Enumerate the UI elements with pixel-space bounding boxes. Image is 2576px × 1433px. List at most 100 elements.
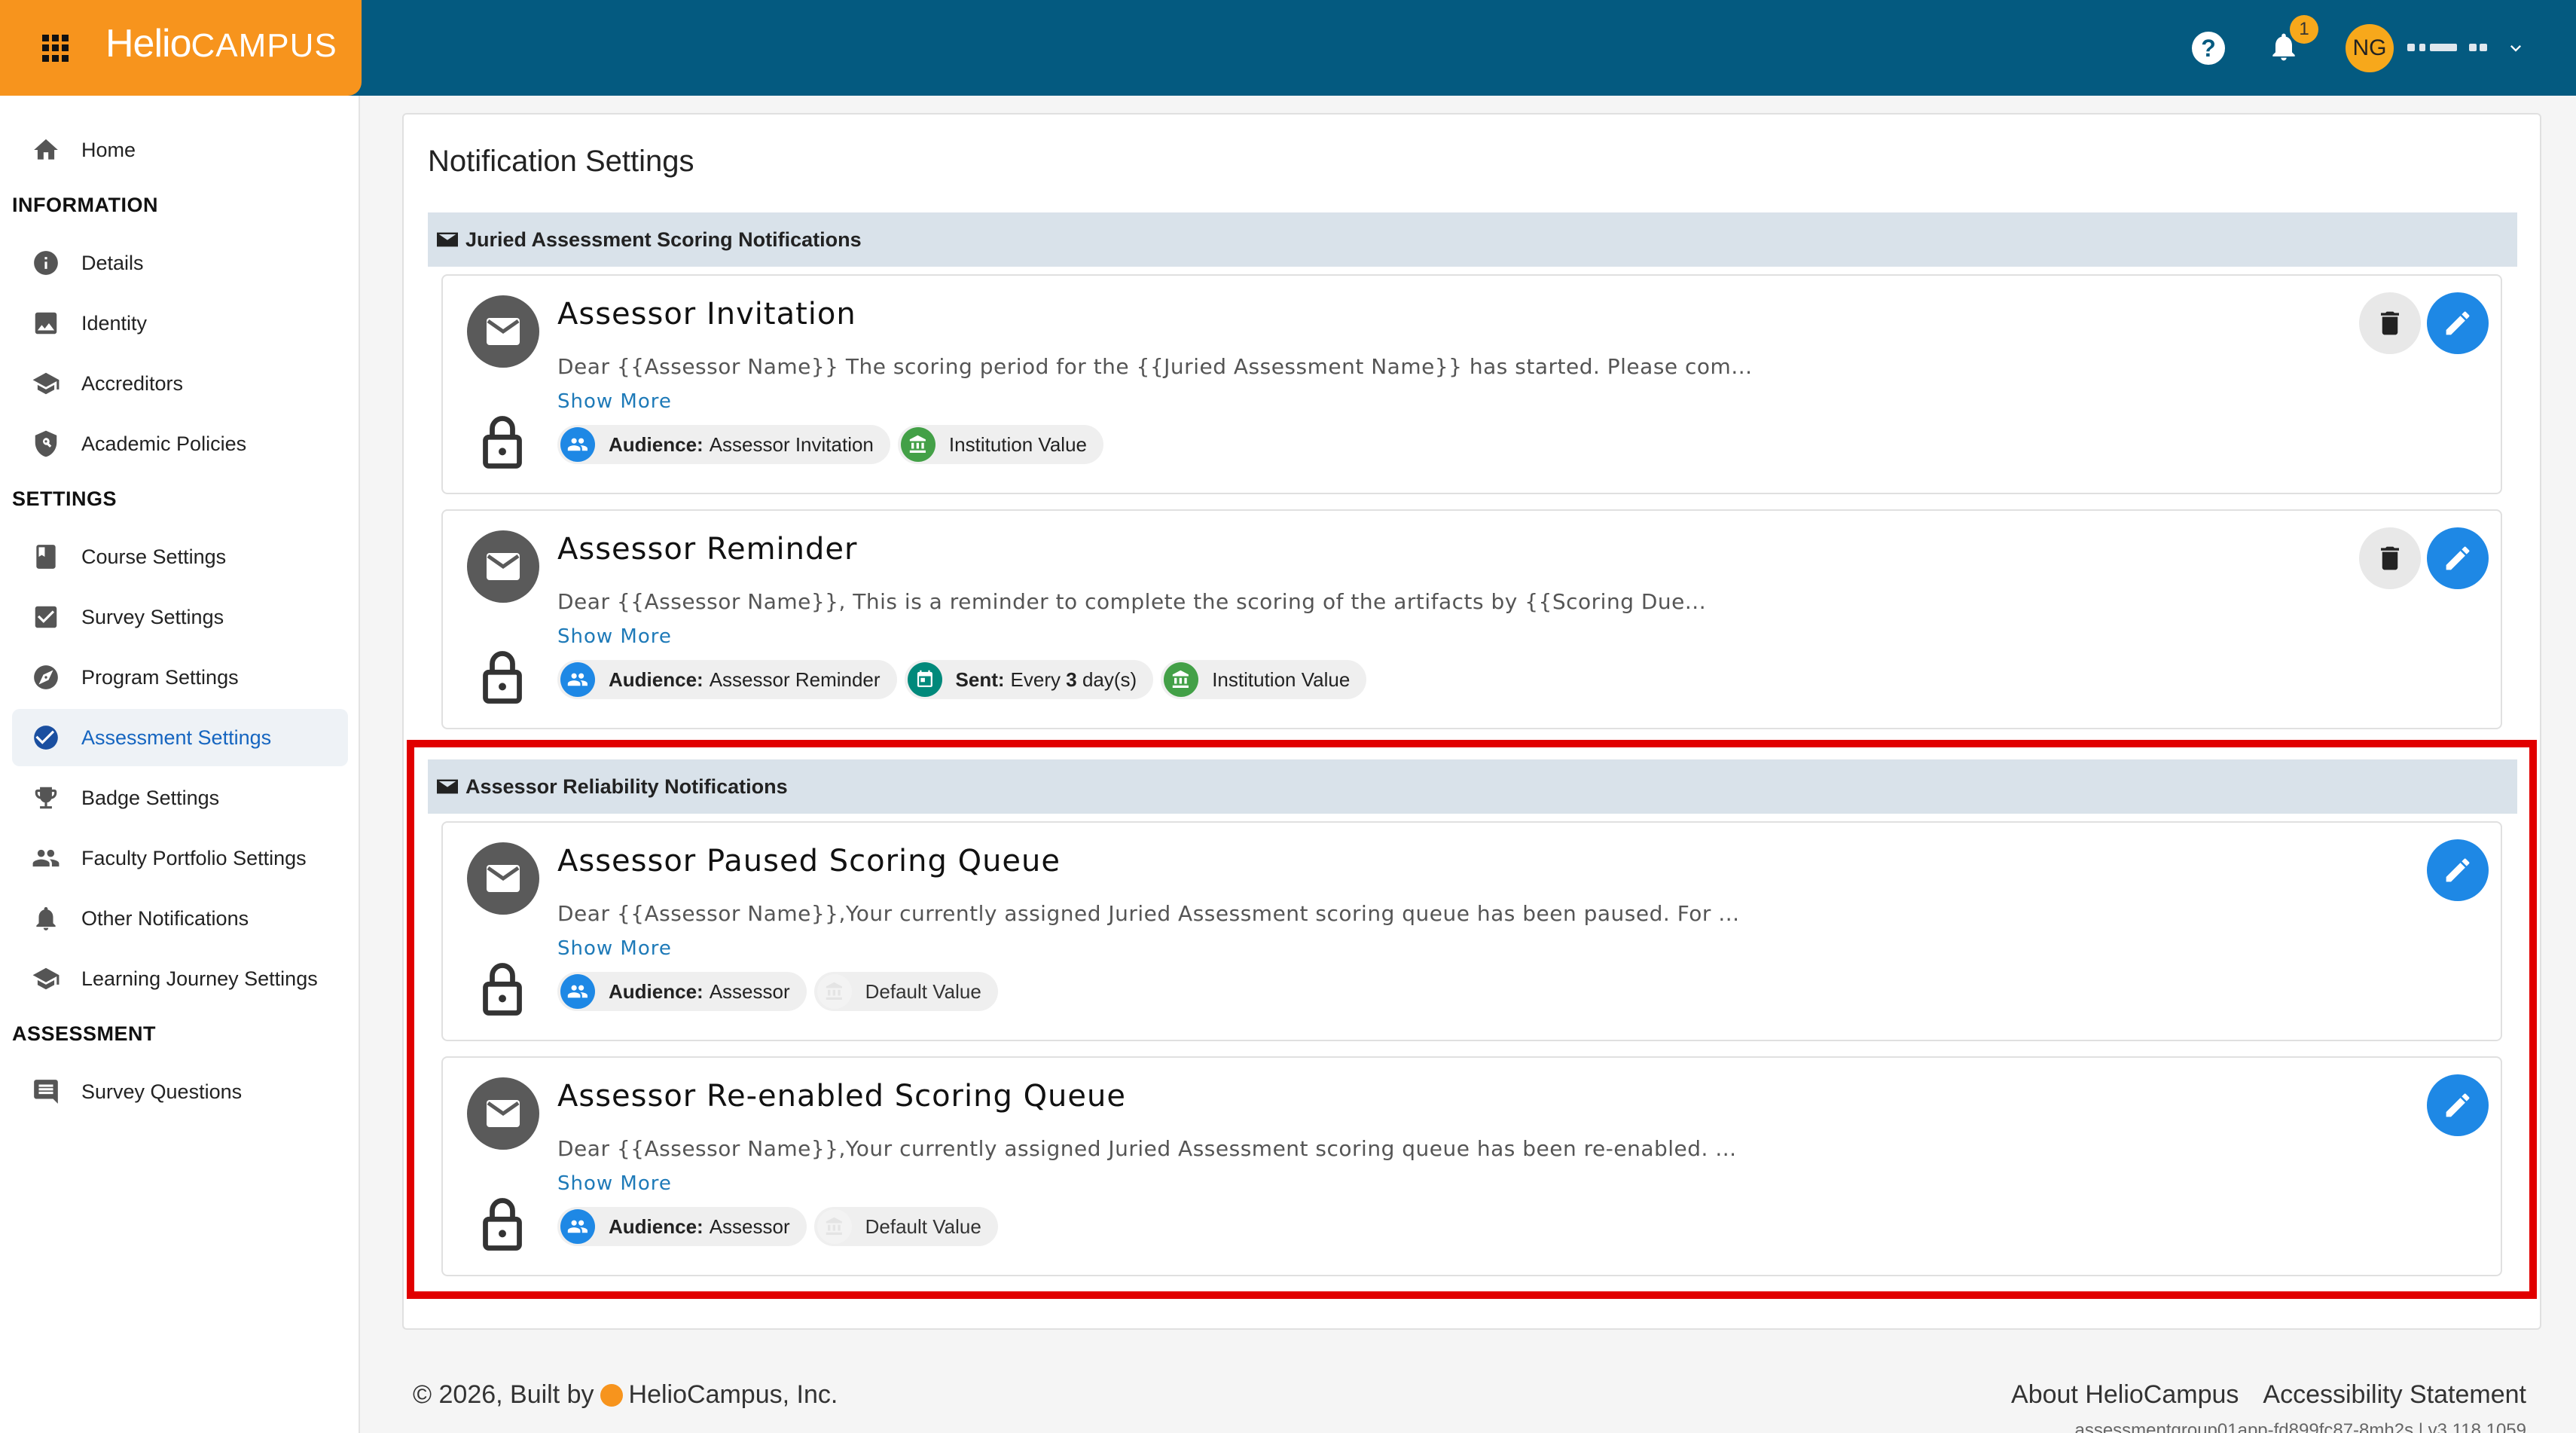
trash-icon (2381, 546, 2399, 570)
company-name: HelioCampus, Inc. (628, 1380, 838, 1409)
sidebar-item-identity[interactable]: Identity (12, 295, 348, 352)
school-cap-icon (32, 967, 60, 990)
policy-shield-icon (35, 430, 57, 457)
card-title: Assessor Invitation (557, 297, 856, 332)
checkbox-icon (35, 606, 57, 628)
value-source-text: Institution Value (948, 432, 1087, 456)
compass-icon (34, 665, 58, 689)
sidebar-item-survey-questions[interactable]: Survey Questions (12, 1063, 348, 1120)
comment-icon (34, 1080, 58, 1104)
sidebar-item-course-settings[interactable]: Course Settings (12, 528, 348, 585)
top-header: HelioCAMPUS ? 1 NG (0, 0, 2576, 96)
mail-icon (467, 530, 539, 603)
show-more-link[interactable]: Show More (557, 390, 672, 413)
lock-open-icon[interactable] (482, 649, 523, 705)
sidebar-item-survey-settings[interactable]: Survey Settings (12, 588, 348, 646)
footer-copyright: © 2026, Built by HelioCampus, Inc. (413, 1380, 838, 1410)
copyright-text: © 2026, Built by (413, 1380, 594, 1409)
image-icon (35, 312, 57, 335)
people-icon (32, 849, 60, 867)
sidebar-item-label: Program Settings (81, 666, 239, 689)
calendar-icon (907, 662, 942, 697)
heliocampus-sun-icon (600, 1383, 623, 1407)
accessibility-link[interactable]: Accessibility Statement (2263, 1380, 2526, 1410)
chevron-down-icon[interactable] (2505, 38, 2526, 59)
lock-open-icon[interactable] (482, 414, 523, 470)
user-name-redacted[interactable] (2407, 36, 2498, 59)
footer-links: About HelioCampus Accessibility Statemen… (2011, 1380, 2526, 1410)
apps-grid-icon[interactable] (42, 35, 69, 62)
sent-suffix: day(s) (1082, 668, 1137, 691)
sidebar-item-learning-journey-settings[interactable]: Learning Journey Settings (12, 950, 348, 1007)
mail-icon (467, 295, 539, 368)
notification-card-assessor-reminder: Assessor Reminder Dear {{Assessor Name}}… (441, 509, 2502, 729)
edit-button[interactable] (2427, 527, 2489, 589)
envelope-icon (437, 232, 458, 247)
sidebar-item-home[interactable]: Home (12, 121, 348, 179)
sidebar-item-label: Identity (81, 312, 148, 335)
institution-icon (900, 427, 935, 462)
audience-chip: Audience: Assessor Invitation (557, 425, 890, 464)
trophy-icon (35, 787, 57, 809)
edit-button[interactable] (2427, 292, 2489, 354)
pencil-icon (2446, 546, 2470, 570)
card-chips: Audience: Assessor Reminder Sent: Every … (557, 660, 1367, 699)
about-link[interactable]: About HelioCampus (2011, 1380, 2239, 1410)
info-icon (34, 251, 58, 275)
delete-button[interactable] (2359, 527, 2421, 589)
value-source-chip: Institution Value (897, 425, 1103, 464)
sidebar-item-label: Course Settings (81, 545, 227, 568)
card-title: Assessor Reminder (557, 532, 858, 567)
sidebar-item-faculty-portfolio-settings[interactable]: Faculty Portfolio Settings (12, 830, 348, 887)
audience-label: Audience: (609, 432, 704, 456)
show-more-link[interactable]: Show More (557, 625, 672, 648)
version-text: assessmentgroup01app-fd899fc87-8mh2s | v… (2074, 1420, 2526, 1433)
school-cap-icon (32, 372, 60, 395)
card-body-preview: Dear {{Assessor Name}}, This is a remind… (557, 589, 1707, 614)
sidebar-item-label: Other Notifications (81, 907, 249, 930)
sent-schedule-chip: Sent: Every 3 day(s) (904, 660, 1154, 699)
audience-chip: Audience: Assessor Reminder (557, 660, 897, 699)
sidebar-item-program-settings[interactable]: Program Settings (12, 649, 348, 706)
help-icon[interactable]: ? (2192, 32, 2225, 65)
sidebar-item-label: Assessment Settings (81, 726, 272, 749)
card-chips: Audience: Assessor Invitation Institutio… (557, 425, 1103, 464)
sidebar-item-assessment-settings[interactable]: Assessment Settings (12, 709, 348, 766)
page-title: Notification Settings (428, 145, 694, 178)
check-circle-icon (34, 726, 58, 750)
notification-count-badge: 1 (2290, 15, 2318, 44)
notification-card-assessor-invitation: Assessor Invitation Dear {{Assessor Name… (441, 274, 2502, 494)
group-title: Juried Assessment Scoring Notifications (465, 228, 862, 251)
heliocampus-logo[interactable]: HelioCAMPUS (105, 21, 337, 66)
logo-part-helio: Helio (105, 22, 191, 66)
sidebar-item-label: Faculty Portfolio Settings (81, 847, 307, 869)
sidebar-item-label: Academic Policies (81, 432, 247, 455)
sidebar-item-label: Survey Settings (81, 606, 224, 628)
audience-people-icon (560, 662, 595, 697)
brand-area: HelioCAMPUS (0, 0, 362, 96)
pencil-icon (2446, 311, 2470, 335)
sidebar-item-other-notifications[interactable]: Other Notifications (12, 890, 348, 947)
logo-part-campus: CAMPUS (191, 27, 337, 64)
sent-prefix: Every (1010, 668, 1061, 691)
trash-icon (2381, 311, 2399, 335)
book-icon (36, 545, 56, 569)
highlight-box (407, 740, 2537, 1299)
institution-icon (1164, 662, 1199, 697)
sidebar-item-label: Home (81, 139, 136, 161)
delete-button[interactable] (2359, 292, 2421, 354)
section-header-assessment: ASSESSMENT (12, 1022, 157, 1045)
group-header-juried: Juried Assessment Scoring Notifications (428, 212, 2517, 267)
audience-label: Audience: (609, 668, 704, 691)
bell-icon (36, 906, 56, 930)
section-header-settings: SETTINGS (12, 487, 118, 510)
sent-value: 3 (1066, 668, 1077, 691)
sidebar-item-badge-settings[interactable]: Badge Settings (12, 769, 348, 826)
audience-value: Assessor Reminder (709, 668, 881, 691)
sidebar-item-details[interactable]: Details (12, 234, 348, 292)
sidebar-item-academic-policies[interactable]: Academic Policies (12, 415, 348, 472)
user-avatar[interactable]: NG (2346, 24, 2394, 72)
app-root: HelioCAMPUS ? 1 NG Home INFORMATION Deta… (0, 0, 2576, 1433)
value-source-text: Institution Value (1212, 668, 1351, 691)
sidebar-item-accreditors[interactable]: Accreditors (12, 355, 348, 412)
